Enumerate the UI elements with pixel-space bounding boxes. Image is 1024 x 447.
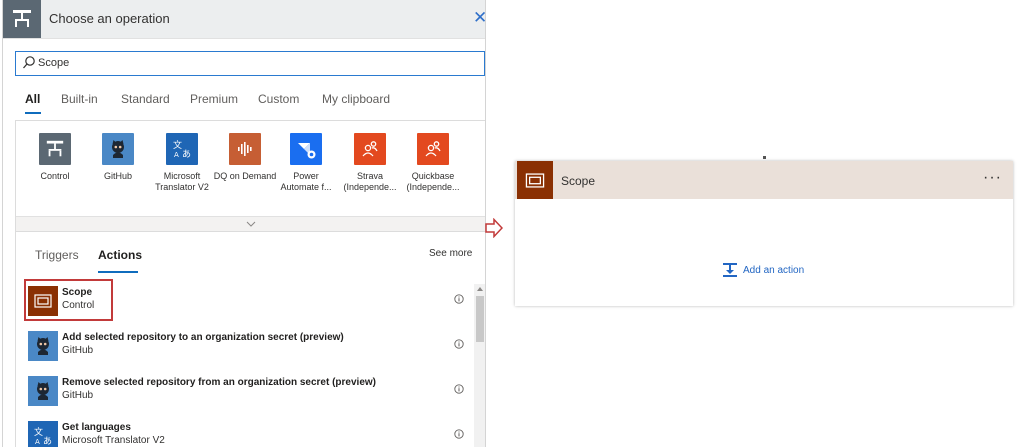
translator-icon: 文 あ A	[28, 421, 58, 447]
action-subtitle: Microsoft Translator V2	[62, 435, 165, 446]
action-row[interactable]: Remove selected repository from an organ…	[20, 371, 472, 411]
svg-text:文: 文	[173, 139, 182, 151]
connector-label: GitHub	[103, 171, 132, 181]
choose-operation-panel: Choose an operation ✕ All Built-in Stand…	[2, 0, 486, 447]
tab-my-clipboard[interactable]: My clipboard	[322, 92, 390, 106]
svg-text:A: A	[174, 151, 179, 159]
scope-icon	[517, 161, 553, 199]
scope-icon	[28, 286, 58, 316]
add-action-icon	[723, 263, 737, 277]
scrollbar[interactable]	[474, 284, 485, 447]
more-options-button[interactable]: ···	[983, 169, 1002, 187]
dialog-title: Choose an operation	[49, 11, 170, 26]
soundwave-icon	[229, 133, 261, 165]
add-action-button[interactable]: Add an action	[722, 262, 804, 278]
connector-label: Microsoft Translator V2	[155, 171, 209, 192]
scope-card-title: Scope	[561, 174, 596, 188]
action-title: Get languages	[62, 422, 131, 433]
connector-label: Quickbase (Independe...	[406, 171, 460, 192]
connector-quickbase[interactable]: Quickbase (Independe...	[401, 133, 465, 193]
github-icon	[28, 376, 58, 406]
action-subtitle: GitHub	[62, 390, 94, 401]
tab-custom[interactable]: Custom	[258, 92, 299, 106]
svg-text:あ: あ	[182, 149, 191, 160]
connector-list: Control GitHub 文 あ A Microsoft Translato…	[15, 120, 485, 232]
connector-label: DQ on Demand	[213, 171, 277, 181]
github-icon	[102, 133, 134, 165]
connector-dq-on-demand[interactable]: DQ on Demand	[213, 133, 277, 182]
info-icon[interactable]	[454, 384, 464, 394]
tab-underline	[25, 112, 41, 114]
tab-all[interactable]: All	[25, 92, 40, 106]
connector-label: Control	[40, 171, 70, 181]
cursor-mark	[763, 156, 766, 159]
info-icon[interactable]	[454, 429, 464, 439]
action-row[interactable]: 文 あ A Get languages Microsoft Translator…	[20, 416, 472, 447]
action-subtitle: GitHub	[62, 345, 94, 356]
scope-card[interactable]: Scope ··· Add an action	[515, 161, 1013, 306]
subtab-underline	[98, 271, 138, 273]
tab-standard[interactable]: Standard	[121, 92, 170, 106]
connector-label: Strava (Independe...	[343, 171, 397, 192]
info-icon[interactable]	[454, 339, 464, 349]
tab-built-in[interactable]: Built-in	[61, 92, 98, 106]
scroll-up-icon[interactable]	[474, 284, 485, 294]
search-icon	[23, 56, 35, 69]
action-area: Triggers Actions See more Scope Control	[15, 232, 485, 447]
action-title: Remove selected repository from an organ…	[62, 377, 376, 388]
scroll-thumb[interactable]	[476, 296, 484, 342]
control-icon	[39, 133, 71, 165]
tab-triggers[interactable]: Triggers	[35, 248, 79, 262]
arrow-right-icon	[485, 218, 503, 238]
scope-card-header[interactable]: Scope ···	[515, 161, 1013, 199]
svg-text:あ: あ	[43, 436, 52, 447]
people-icon	[354, 133, 386, 165]
panel-header: Choose an operation ✕	[3, 0, 485, 39]
people-icon	[417, 133, 449, 165]
add-action-label: Add an action	[743, 264, 805, 276]
connector-control[interactable]: Control	[23, 133, 87, 182]
power-automate-icon	[290, 133, 322, 165]
svg-text:A: A	[35, 438, 40, 446]
connector-label: Power Automate f...	[280, 171, 332, 192]
action-title: Add selected repository to an organizati…	[62, 332, 344, 343]
svg-text:文: 文	[34, 426, 43, 438]
action-title: Scope	[62, 287, 93, 298]
translator-icon: 文 あ A	[166, 133, 198, 165]
chevron-down-icon	[246, 221, 256, 227]
expand-connectors-button[interactable]	[16, 216, 485, 231]
action-subtitle: Control	[62, 300, 95, 311]
tab-actions[interactable]: Actions	[98, 248, 142, 262]
info-icon[interactable]	[454, 294, 464, 304]
control-icon	[3, 0, 41, 38]
connector-microsoft-translator[interactable]: 文 あ A Microsoft Translator V2	[150, 133, 214, 193]
action-row[interactable]: Scope Control	[20, 281, 472, 321]
connector-power-automate[interactable]: Power Automate f...	[274, 133, 338, 193]
action-row[interactable]: Add selected repository to an organizati…	[20, 326, 472, 366]
github-icon	[28, 331, 58, 361]
connector-strava[interactable]: Strava (Independe...	[338, 133, 402, 193]
search-box[interactable]	[15, 51, 485, 76]
tab-premium[interactable]: Premium	[190, 92, 238, 106]
connector-github[interactable]: GitHub	[86, 133, 150, 182]
search-input[interactable]	[38, 54, 468, 72]
see-more-link[interactable]: See more	[429, 248, 472, 259]
close-icon[interactable]: ✕	[473, 8, 485, 28]
